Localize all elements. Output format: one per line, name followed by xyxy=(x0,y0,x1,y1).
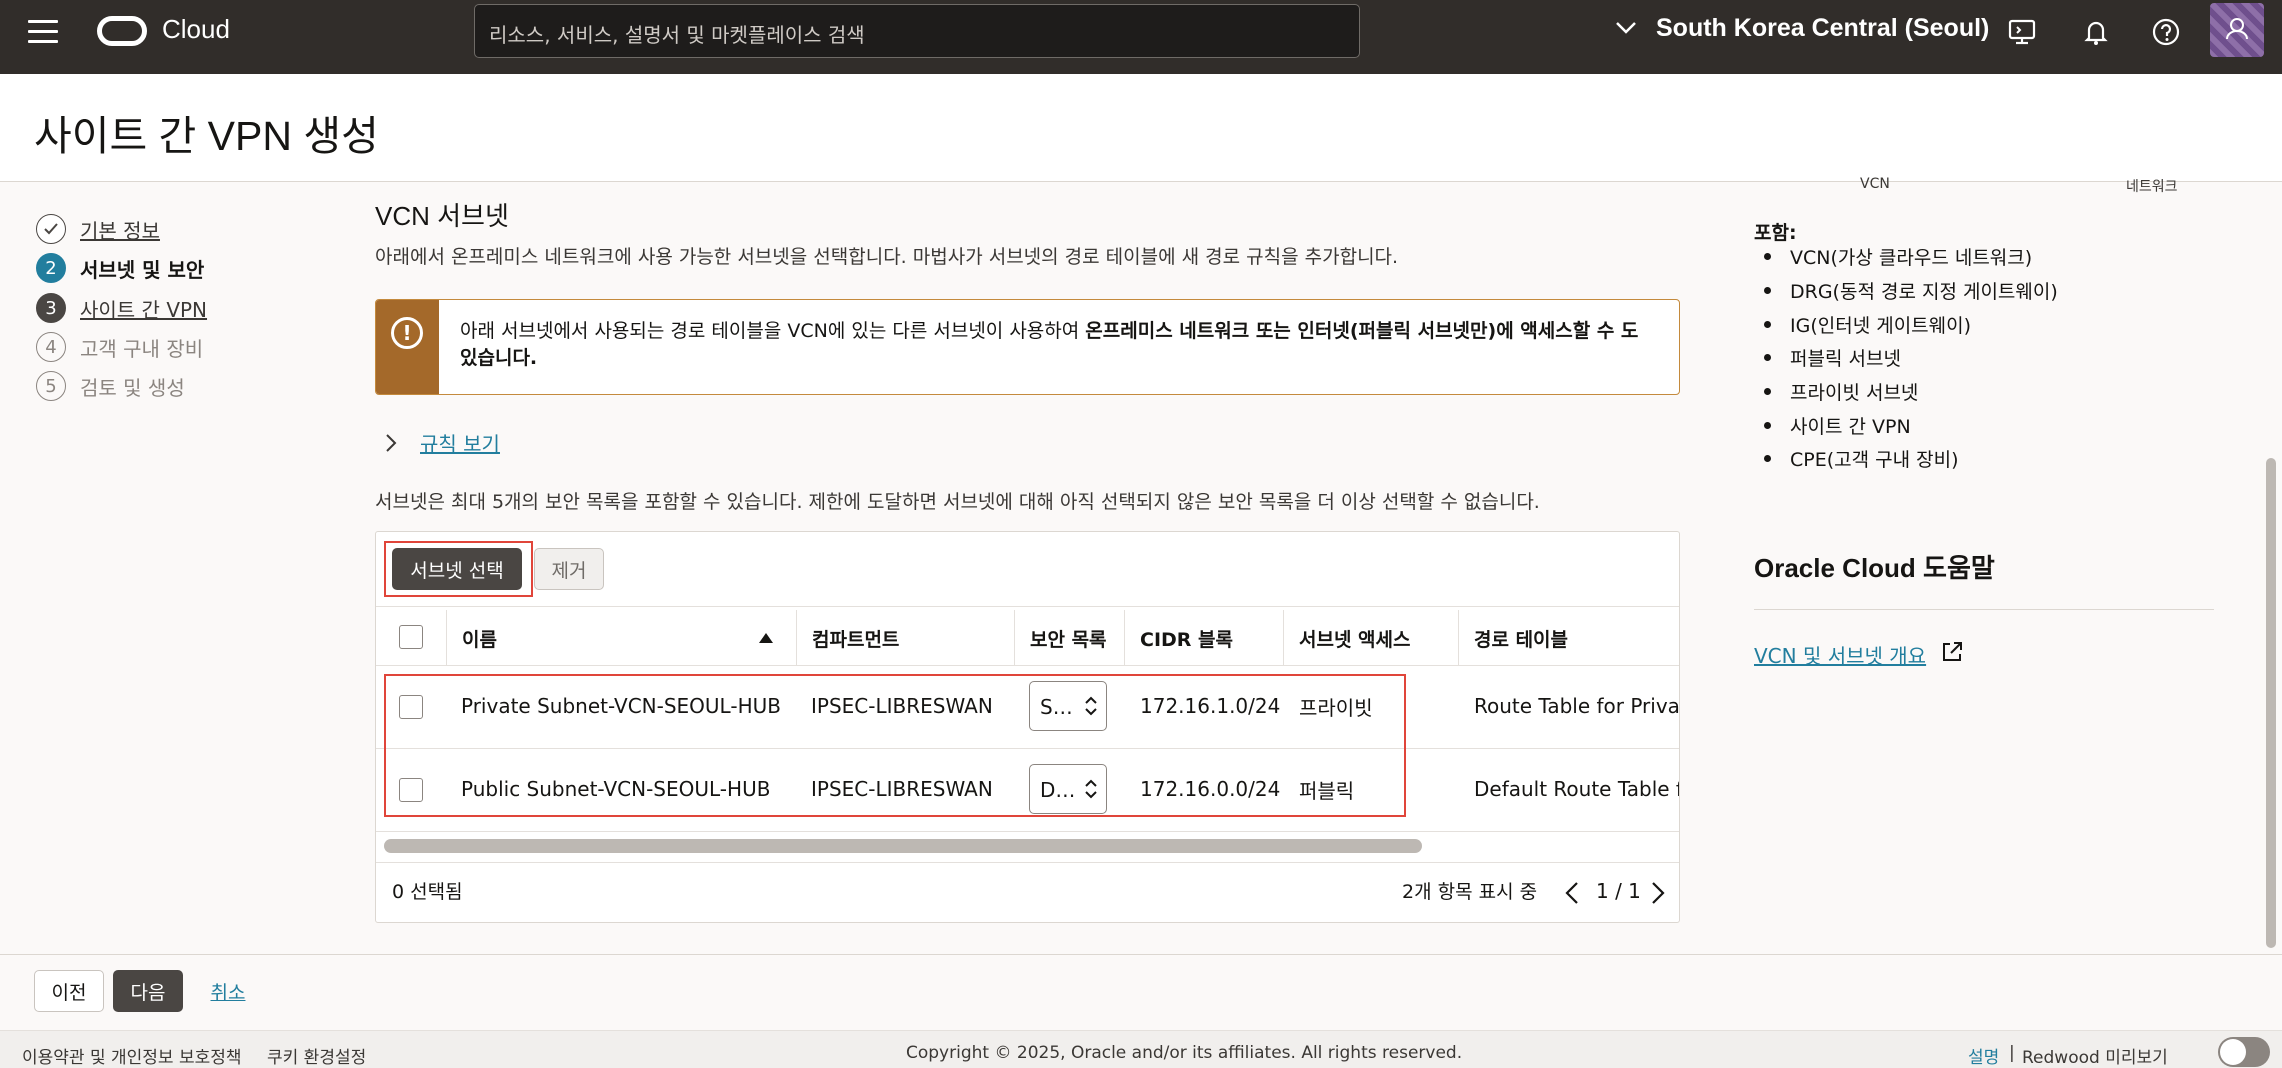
includes-item: VCN(가상 클라우드 네트워크) xyxy=(1790,247,2033,269)
diagram-label-network: 네트워크 xyxy=(2126,179,2178,195)
select-all-checkbox[interactable] xyxy=(399,625,423,649)
cookie-preferences-link[interactable]: 쿠키 환경설정 xyxy=(267,1043,366,1068)
region-selector[interactable]: South Korea Central (Seoul) xyxy=(1656,14,1989,43)
bullet xyxy=(1764,321,1771,328)
oracle-logo-icon[interactable] xyxy=(97,16,147,46)
step-site-to-site-vpn[interactable]: 3 사이트 간 VPN xyxy=(36,292,207,324)
chevron-left-icon[interactable] xyxy=(1564,880,1580,906)
remove-button[interactable]: 제거 xyxy=(534,548,604,590)
previous-button[interactable]: 이전 xyxy=(34,970,104,1012)
includes-item: 퍼블릭 서브넷 xyxy=(1790,348,1901,370)
page-indicator: 1 / 1 xyxy=(1596,879,1641,903)
toggle-knob[interactable] xyxy=(2220,1039,2246,1065)
rules-toggle-label[interactable]: 규칙 보기 xyxy=(420,428,500,457)
bullet xyxy=(1764,455,1771,462)
chevron-right-icon[interactable] xyxy=(1650,880,1666,906)
step-number: 5 xyxy=(36,371,66,401)
includes-item: DRG(동적 경로 지정 게이트웨이) xyxy=(1790,281,2058,303)
includes-item: 프라이빗 서브넷 xyxy=(1790,382,1919,404)
external-link-icon[interactable] xyxy=(1940,640,1964,664)
rules-toggle[interactable]: 규칙 보기 xyxy=(384,428,500,457)
bell-icon[interactable] xyxy=(2080,16,2112,48)
bullet xyxy=(1764,388,1771,395)
bullet xyxy=(1764,287,1771,294)
selected-count: 0 선택됨 xyxy=(392,881,463,903)
items-shown: 2개 항목 표시 중 xyxy=(1402,881,1538,903)
bullet xyxy=(1764,253,1771,260)
user-avatar[interactable] xyxy=(2210,3,2264,57)
wizard-footer xyxy=(0,954,2282,1030)
step-label[interactable]: 기본 정보 xyxy=(80,215,160,244)
column-label: 이름 xyxy=(462,628,497,651)
limit-note: 서브넷은 최대 5개의 보안 목록을 포함할 수 있습니다. 제한에 도달하면 … xyxy=(375,491,1540,513)
includes-title: 포함: xyxy=(1754,222,1797,244)
step-review: 5 검토 및 생성 xyxy=(36,370,185,402)
warning-text: 아래 서브넷에서 사용되는 경로 테이블을 VCN에 있는 다른 서브넷이 사용… xyxy=(460,318,1660,372)
bullet xyxy=(1764,422,1771,429)
docs-link[interactable]: 설명 xyxy=(1968,1043,1999,1068)
step-number: 4 xyxy=(36,332,66,362)
column-header-cidr[interactable]: CIDR 블록 xyxy=(1125,610,1284,666)
sort-ascending-icon[interactable] xyxy=(758,632,774,644)
section-title: VCN 서브넷 xyxy=(375,201,509,231)
step-basic-info[interactable]: 기본 정보 xyxy=(36,213,160,245)
redwood-preview-label: Redwood 미리보기 xyxy=(2022,1048,2168,1068)
checkmark-icon xyxy=(36,214,66,244)
cloud-shell-icon[interactable] xyxy=(2006,16,2038,48)
help-title: Oracle Cloud 도움말 xyxy=(1754,553,1995,583)
column-header-route-table[interactable]: 경로 테이블 xyxy=(1459,610,1679,666)
column-header-name[interactable]: 이름 xyxy=(446,610,797,666)
bullet xyxy=(1764,354,1771,361)
step-label: 서브넷 및 보안 xyxy=(80,257,205,282)
next-button[interactable]: 다음 xyxy=(113,970,183,1012)
table-footer-divider xyxy=(376,862,1679,863)
warning-icon: ! xyxy=(391,317,423,349)
terms-link[interactable]: 이용약관 및 개인정보 보호정책 xyxy=(22,1043,242,1068)
search-input[interactable]: 리소스, 서비스, 설명서 및 마켓플레이스 검색 xyxy=(474,4,1360,58)
chevron-down-icon[interactable] xyxy=(1614,20,1638,36)
warning-text-plain: 아래 서브넷에서 사용되는 경로 테이블을 VCN에 있는 다른 서브넷이 사용… xyxy=(460,320,1086,342)
help-link[interactable]: VCN 및 서브넷 개요 xyxy=(1754,640,1926,669)
step-label: 검토 및 생성 xyxy=(80,375,185,400)
hamburger-menu-icon[interactable] xyxy=(28,20,58,44)
step-label[interactable]: 사이트 간 VPN xyxy=(80,294,207,323)
includes-item: CPE(고객 구내 장비) xyxy=(1790,449,1959,471)
column-header-security-list[interactable]: 보안 목록 xyxy=(1015,610,1125,666)
diagram-label-vcn: VCN xyxy=(1860,176,1890,192)
column-header-subnet-access[interactable]: 서브넷 액세스 xyxy=(1284,610,1459,666)
cancel-link[interactable]: 취소 xyxy=(205,970,251,1012)
user-icon xyxy=(2226,18,2248,40)
step-number: 2 xyxy=(36,253,66,283)
footer-separator: | xyxy=(2009,1043,2015,1063)
section-description: 아래에서 온프레미스 네트워크에 사용 가능한 서브넷을 선택합니다. 마법사가… xyxy=(375,246,1399,268)
includes-item: IG(인터넷 게이트웨이) xyxy=(1790,315,1972,337)
includes-item: 사이트 간 VPN xyxy=(1790,416,1911,438)
warning-banner: ! 아래 서브넷에서 사용되는 경로 테이블을 VCN에 있는 다른 서브넷이 … xyxy=(375,299,1680,395)
step-label: 고객 구내 장비 xyxy=(80,336,204,361)
help-icon[interactable] xyxy=(2150,16,2182,48)
step-number: 3 xyxy=(36,293,66,323)
highlight-annotation xyxy=(384,541,533,597)
row-divider xyxy=(376,831,1679,832)
horizontal-scroll-thumb[interactable] xyxy=(384,839,1422,853)
chevron-right-icon xyxy=(386,433,397,452)
step-subnet-security: 2 서브넷 및 보안 xyxy=(36,252,204,284)
route-table: Route Table for Private xyxy=(1474,694,1679,718)
route-table: Default Route Table fo xyxy=(1474,777,1679,801)
brand-label[interactable]: Cloud xyxy=(162,14,230,45)
highlight-annotation xyxy=(384,674,1406,817)
page-title: 사이트 간 VPN 생성 xyxy=(34,113,379,159)
step-cpe: 4 고객 구내 장비 xyxy=(36,331,203,363)
vertical-scrollbar[interactable] xyxy=(2266,458,2276,948)
column-header-compartment[interactable]: 컴파트먼트 xyxy=(797,610,1015,666)
help-divider xyxy=(1754,609,2214,610)
copyright: Copyright © 2025, Oracle and/or its affi… xyxy=(906,1043,1463,1063)
